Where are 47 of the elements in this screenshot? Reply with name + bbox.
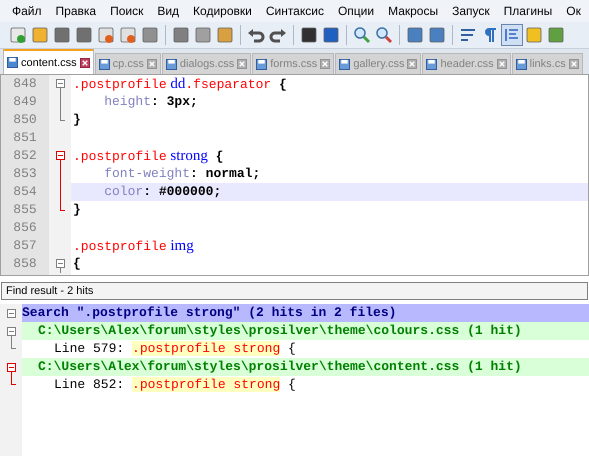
line-number: 848	[12, 75, 38, 93]
menu-item[interactable]: Поиск	[104, 4, 152, 18]
menu-item[interactable]: Плагины	[498, 4, 560, 18]
line-number: 851	[12, 129, 38, 147]
menu-item[interactable]: Вид	[151, 4, 188, 18]
file-tab[interactable]: content.css	[3, 49, 94, 74]
file-path-result[interactable]: C:\Users\Alex\forum\styles\prosilver\theme\content.css (1 hit)	[22, 358, 589, 376]
menu-item[interactable]: Ок	[560, 4, 589, 18]
line-number: 857	[12, 237, 38, 255]
close-icon[interactable]	[80, 58, 90, 68]
fold-end-line	[10, 376, 16, 385]
code-line: font-weight: normal;	[103, 165, 262, 183]
zoom-in-icon[interactable]	[352, 25, 372, 45]
line-number: 854	[12, 183, 38, 201]
code-line: }	[72, 111, 82, 129]
hit-line-result[interactable]: Line 579: .postprofile strong {	[22, 340, 589, 358]
menu-item[interactable]: Файл	[6, 4, 50, 18]
code-line: .postprofile dd.fseparator {	[72, 75, 288, 93]
fold-minus-icon[interactable]	[6, 308, 16, 318]
menu-item[interactable]: Макросы	[382, 4, 446, 18]
line-number: 852	[12, 147, 38, 165]
line-number: 855	[12, 201, 38, 219]
fold-minus-icon[interactable]	[6, 327, 16, 340]
fold-end-line	[10, 340, 16, 349]
code-line: }	[72, 201, 82, 219]
fold-minus-icon[interactable]	[6, 363, 16, 376]
menu-item[interactable]: Правка	[50, 4, 104, 18]
code-line: .postprofile img	[72, 237, 195, 255]
menu-item[interactable]: Синтаксис	[260, 4, 332, 18]
menu-item[interactable]: Запуск	[446, 4, 498, 18]
zoom-out-icon[interactable]	[374, 25, 394, 45]
code-line: height: 3px;	[103, 93, 199, 111]
indent-guide-icon[interactable]	[502, 25, 522, 45]
line-number: 849	[12, 93, 38, 111]
line-number: 856	[12, 219, 38, 237]
file-path-result[interactable]: C:\Users\Alex\forum\styles\prosilver\theme\colours.css (1 hit)	[22, 322, 589, 340]
line-number: 850	[12, 111, 38, 129]
new-file-icon[interactable]	[8, 25, 28, 45]
menu-item[interactable]: Кодировки	[187, 4, 260, 18]
line-number: 858	[12, 255, 38, 273]
code-line: {	[72, 255, 82, 273]
search-summary[interactable]: Search ".postprofile strong" (2 hits in 2 files)	[22, 304, 589, 322]
menu-item[interactable]: Опции	[332, 4, 382, 18]
panel-title: Find result - 2 hits	[1, 282, 588, 300]
code-line: .postprofile strong {	[72, 147, 224, 165]
line-number: 853	[12, 165, 38, 183]
hit-line-result[interactable]: Line 852: .postprofile strong {	[22, 376, 589, 394]
